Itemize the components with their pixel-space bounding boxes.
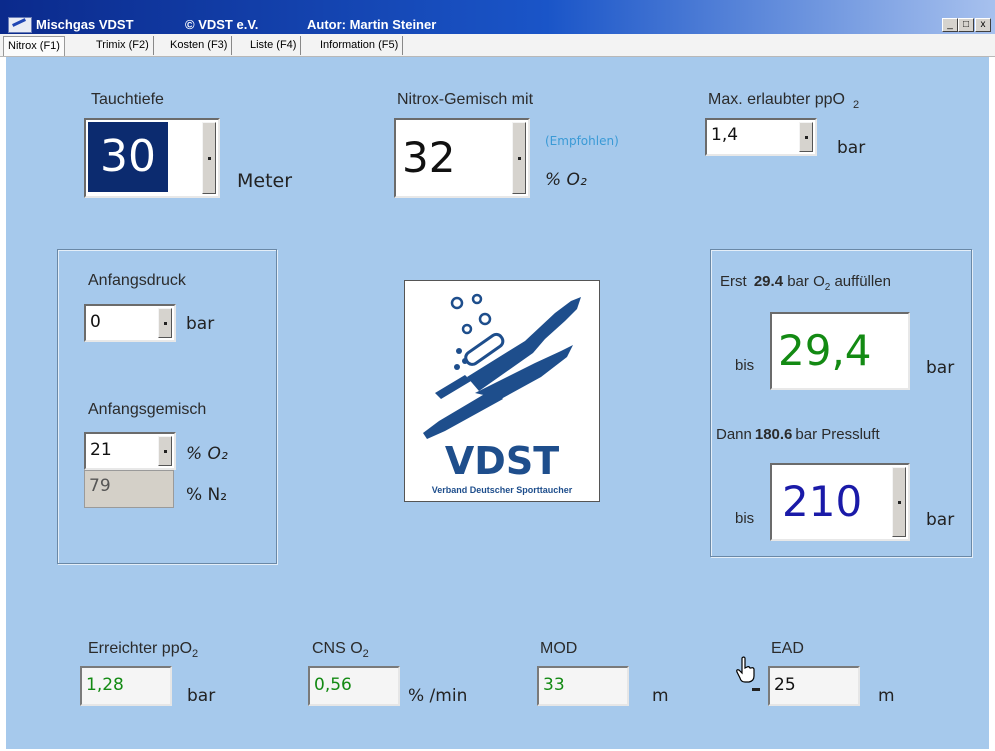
- mod-label: MOD: [540, 640, 578, 657]
- cns-o2-label: CNS O2: [312, 640, 369, 661]
- title-bar: [0, 0, 995, 34]
- depth-value: 30: [88, 122, 168, 192]
- target-pressure-select[interactable]: 210: [770, 463, 910, 541]
- first-fill-text: Erst 29.4 bar O2 auffüllen: [720, 273, 891, 293]
- cns-o2-value: 0,56: [314, 675, 352, 695]
- window-author: Autor: Martin Steiner: [307, 17, 437, 32]
- vdst-logo-text: VDST: [444, 439, 560, 483]
- window-title: Mischgas VDST: [36, 17, 134, 32]
- first-fill-value-field: 29,4: [770, 312, 910, 390]
- nitrox-unit: % O₂: [545, 170, 587, 190]
- initial-pressure-unit: bar: [186, 314, 215, 334]
- tab-nitrox[interactable]: Nitrox (F1): [3, 36, 65, 56]
- target-pressure-unit: bar: [926, 510, 955, 530]
- initial-pressure-dropdown-arrow[interactable]: [158, 308, 172, 338]
- max-ppo2-unit: bar: [837, 138, 866, 158]
- hand-cursor-icon: [736, 656, 755, 683]
- close-button[interactable]: x: [975, 18, 991, 32]
- reached-ppo2-label: Erreichter ppO2: [88, 640, 199, 661]
- initial-pressure-select[interactable]: 0: [84, 304, 176, 342]
- vdst-logo: VDST Verband Deutscher Sporttaucher: [404, 280, 600, 502]
- first-bis-label: bis: [735, 357, 755, 374]
- depth-unit: Meter: [237, 170, 293, 192]
- recommended-hint: (Empfohlen): [545, 134, 619, 148]
- tab-trimix[interactable]: Trimix (F2): [92, 36, 154, 55]
- tab-liste[interactable]: Liste (F4): [246, 36, 302, 55]
- initial-n2-value: 79: [89, 476, 111, 496]
- then-fill-text: Dann 180.6 bar Pressluft: [716, 426, 880, 443]
- minimize-button[interactable]: _: [942, 18, 958, 32]
- initial-o2-value: 21: [90, 440, 112, 460]
- max-ppo2-label: Max. erlaubter ppO 2: [708, 91, 860, 112]
- cns-o2-field: 0,56: [308, 666, 400, 706]
- initial-n2-field: 79: [84, 470, 174, 508]
- target-pressure-value: 210: [782, 477, 863, 526]
- cns-o2-unit: % /min: [408, 686, 468, 706]
- initial-o2-dropdown-arrow[interactable]: [158, 436, 172, 466]
- nitrox-dropdown-arrow[interactable]: [512, 122, 526, 194]
- initial-n2-unit: % N₂: [186, 485, 228, 505]
- first-fill-value: 29,4: [778, 326, 872, 375]
- depth-dropdown-arrow[interactable]: [202, 122, 216, 194]
- app-icon: [8, 17, 32, 33]
- reached-ppo2-value: 1,28: [86, 675, 124, 695]
- max-ppo2-dropdown-arrow[interactable]: [799, 122, 813, 152]
- vdst-logo-caption: Verband Deutscher Sporttaucher: [431, 485, 573, 495]
- reached-ppo2-field: 1,28: [80, 666, 172, 706]
- nitrox-value: 32: [402, 133, 456, 182]
- ead-unit: m: [878, 686, 895, 706]
- mod-unit: m: [652, 686, 669, 706]
- initial-pressure-value: 0: [90, 312, 101, 332]
- window-copyright: © VDST e.V.: [185, 17, 259, 32]
- max-ppo2-value: 1,4: [711, 125, 739, 145]
- initial-o2-select[interactable]: 21: [84, 432, 176, 470]
- tab-information[interactable]: Information (F5): [316, 36, 404, 55]
- ead-label: EAD: [771, 640, 804, 657]
- reached-ppo2-unit: bar: [187, 686, 216, 706]
- depth-select[interactable]: 30: [84, 118, 220, 198]
- max-ppo2-select[interactable]: 1,4: [705, 118, 817, 156]
- nitrox-select[interactable]: 32: [394, 118, 530, 198]
- nitrox-label: Nitrox-Gemisch mit: [397, 91, 534, 108]
- mod-value: 33: [543, 675, 565, 695]
- initial-mix-label: Anfangsgemisch: [88, 401, 207, 418]
- depth-label: Tauchtiefe: [91, 91, 164, 108]
- target-pressure-dropdown-arrow[interactable]: [892, 467, 906, 537]
- mod-field: 33: [537, 666, 629, 706]
- ead-value: 25: [774, 675, 796, 695]
- first-fill-unit: bar: [926, 358, 955, 378]
- ead-field: 25: [768, 666, 860, 706]
- cursor-shadow: [752, 688, 760, 691]
- diver-icon: [423, 293, 581, 439]
- initial-pressure-label: Anfangsdruck: [88, 272, 186, 289]
- second-bis-label: bis: [735, 510, 755, 527]
- maximize-button[interactable]: □: [958, 18, 974, 32]
- tab-kosten[interactable]: Kosten (F3): [166, 36, 233, 55]
- initial-o2-unit: % O₂: [186, 444, 228, 464]
